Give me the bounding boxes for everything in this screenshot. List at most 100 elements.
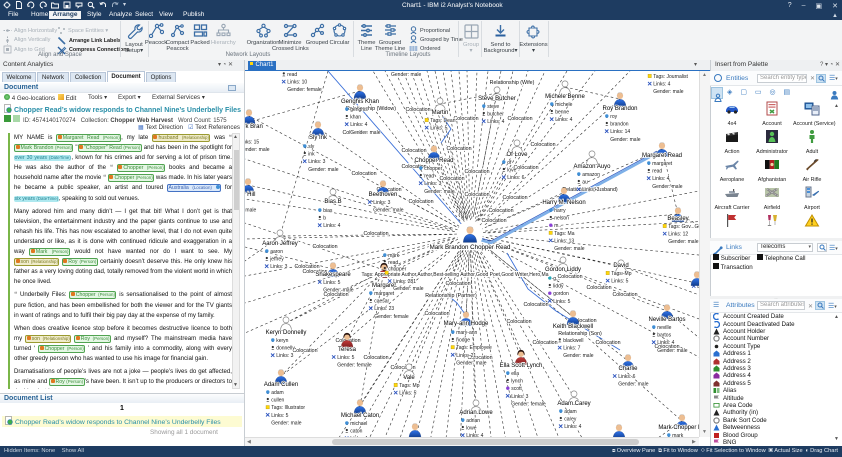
svg-text:Links: 21: Links: 21 (456, 353, 476, 359)
svg-text:Links: 14: Links: 14 (610, 129, 630, 135)
svg-text:Links: 23: Links: 23 (374, 306, 394, 312)
svg-text:Links: 4: Links: 4 (653, 82, 670, 88)
svg-text:David: David (613, 263, 628, 269)
svg-text:Colocation: Colocation (401, 148, 426, 154)
svg-text:Ella Scott Lynch: Ella Scott Lynch (500, 363, 543, 369)
svg-text:Links: 3: Links: 3 (511, 394, 528, 400)
svg-text:Links: 4: Links: 4 (652, 176, 669, 182)
svg-text:steve: steve (487, 104, 499, 110)
svg-text:love: love (507, 168, 516, 174)
svg-text:khan: khan (350, 115, 361, 121)
svg-text:genghis: genghis (350, 107, 368, 113)
svg-text:jeffrey: jeffrey (269, 257, 284, 263)
svg-text:Gender: male: Gender: male (653, 89, 684, 95)
svg-text:Links: 4: Links: 4 (350, 122, 367, 128)
svg-text:Colocation: Colocation (502, 195, 527, 201)
svg-text:adrian: adrian (466, 418, 480, 424)
svg-text:Charlie: Charlie (618, 366, 638, 372)
svg-text:gordon: gordon (553, 291, 569, 297)
svg-text:adam: adam (271, 390, 284, 396)
svg-text:michele: michele (555, 102, 572, 108)
svg-text:Gender: female: Gender: female (337, 363, 372, 369)
svg-text:donnelly: donnelly (276, 346, 295, 352)
svg-text:Links: 4: Links: 4 (487, 119, 504, 125)
svg-text:Links: 5: Links: 5 (337, 355, 354, 361)
svg-text:Colocation: Colocation (292, 348, 317, 354)
svg-text:Keith Blackwell: Keith Blackwell (553, 324, 593, 330)
svg-text:au: au (582, 180, 588, 186)
svg-text:b: b (323, 216, 326, 222)
svg-text:Colocation: Colocation (506, 319, 531, 325)
svg-text:Links: 3: Links: 3 (582, 187, 599, 193)
svg-text:Colocation: Colocation (464, 192, 489, 198)
svg-text:of: of (507, 160, 512, 166)
svg-text:Tags: Mp: Tags: Mp (399, 383, 420, 389)
svg-text:Links: 15: Links: 15 (245, 140, 259, 146)
svg-text:mark: mark (388, 253, 400, 259)
svg-text:michael: michael (350, 421, 367, 427)
svg-text:Aaron Jeffrey: Aaron Jeffrey (262, 241, 298, 247)
svg-text:Tags: Appropriate Author,Autho: Tags: Appropriate Author,Author,Best-sel… (362, 272, 549, 278)
svg-text:Links: 4: Links: 4 (564, 424, 581, 430)
svg-text:Gordon Liddy: Gordon Liddy (545, 267, 581, 273)
svg-text:Sly Ink: Sly Ink (309, 135, 328, 141)
svg-text:Gender: male: Gender: male (554, 246, 585, 252)
svg-text:Colocation: Colocation (513, 165, 538, 171)
svg-text:Relationship (Son): Relationship (Son) (558, 331, 602, 337)
svg-text:adam: adam (564, 409, 577, 415)
svg-text:Gender: male: Gender: male (308, 167, 339, 173)
svg-text:read: read (388, 260, 398, 266)
svg-text:Colocation: Colocation (363, 231, 388, 237)
svg-text:Colocation: Colocation (424, 311, 449, 317)
svg-text:Gender: female: Gender: female (374, 314, 409, 320)
svg-text:Links: 3: Links: 3 (276, 353, 293, 359)
svg-text:blackwell: blackwell (563, 338, 583, 344)
svg-text:hodge: hodge (456, 338, 470, 344)
svg-text:Of Love: Of Love (506, 152, 528, 158)
svg-text:ry Hill: ry Hill (245, 192, 256, 198)
svg-text:Michael Caton: Michael Caton (341, 413, 379, 419)
svg-text:butcher: butcher (487, 112, 504, 118)
svg-text:scott: scott (511, 386, 522, 392)
svg-text:Gender: male: Gender: male (563, 353, 594, 359)
svg-text:Bias B: Bias B (324, 199, 341, 205)
svg-text:Links: 3: Links: 3 (270, 264, 287, 270)
svg-text:Colocation: Colocation (351, 171, 376, 177)
svg-text:Colocation: Colocation (408, 199, 433, 205)
svg-text:Gender: male: Gender: male (657, 348, 688, 354)
svg-text:Links: 6: Links: 6 (507, 175, 524, 181)
svg-text:Links: 7: Links: 7 (563, 346, 580, 352)
svg-text:Harry M. Nelson: Harry M. Nelson (542, 200, 585, 206)
svg-text:ella: ella (511, 371, 519, 377)
svg-text:Gender: male: Gender: male (271, 420, 302, 426)
svg-text:Colocation: Colocation (464, 169, 489, 175)
svg-text:Colocation: Colocation (405, 107, 430, 113)
svg-text:Colocation: Colocation (612, 292, 637, 298)
svg-text:Links: 5: Links: 5 (611, 279, 628, 285)
svg-text:Links: 5: Links: 5 (271, 413, 288, 419)
svg-text:Colocation: Colocation (586, 285, 611, 291)
svg-text:brandon: brandon (610, 122, 629, 128)
svg-text:keryn: keryn (276, 338, 288, 344)
svg-text:bias: bias (323, 208, 333, 214)
svg-text:Vale: Vale (403, 375, 415, 381)
svg-text:margaret: margaret (652, 161, 673, 167)
svg-text:Colocation: Colocation (401, 164, 426, 170)
svg-text:Links: 10: Links: 10 (287, 80, 307, 86)
svg-text:Links: 4: Links: 4 (657, 340, 674, 346)
svg-text:Tags: Dean: Tags: Dean (430, 118, 456, 124)
svg-text:Links: 3: Links: 3 (424, 181, 441, 187)
svg-text:read: read (287, 72, 297, 78)
svg-text:Links: 6: Links: 6 (618, 374, 635, 380)
svg-text:Chopper Read: Chopper Read (414, 158, 453, 164)
svg-text:mary-ann: mary-ann (456, 330, 477, 336)
svg-text:Martin: Martin (432, 110, 449, 116)
svg-text:Tags: Mp: Tags: Mp (611, 271, 632, 277)
svg-text:Tags: Illustrator: Tags: Illustrator (271, 405, 305, 411)
svg-text:Gender: male: Gender: male (393, 286, 424, 292)
svg-text:Gender: male: Gender: male (373, 208, 404, 214)
svg-text:Gender: female: Gender: female (511, 401, 546, 407)
svg-text:Tags: Employee: Tags: Employee (456, 345, 492, 351)
svg-text:Gender: male: Gender: male (618, 382, 649, 388)
svg-text:Gender: male: Gender: male (391, 72, 422, 78)
